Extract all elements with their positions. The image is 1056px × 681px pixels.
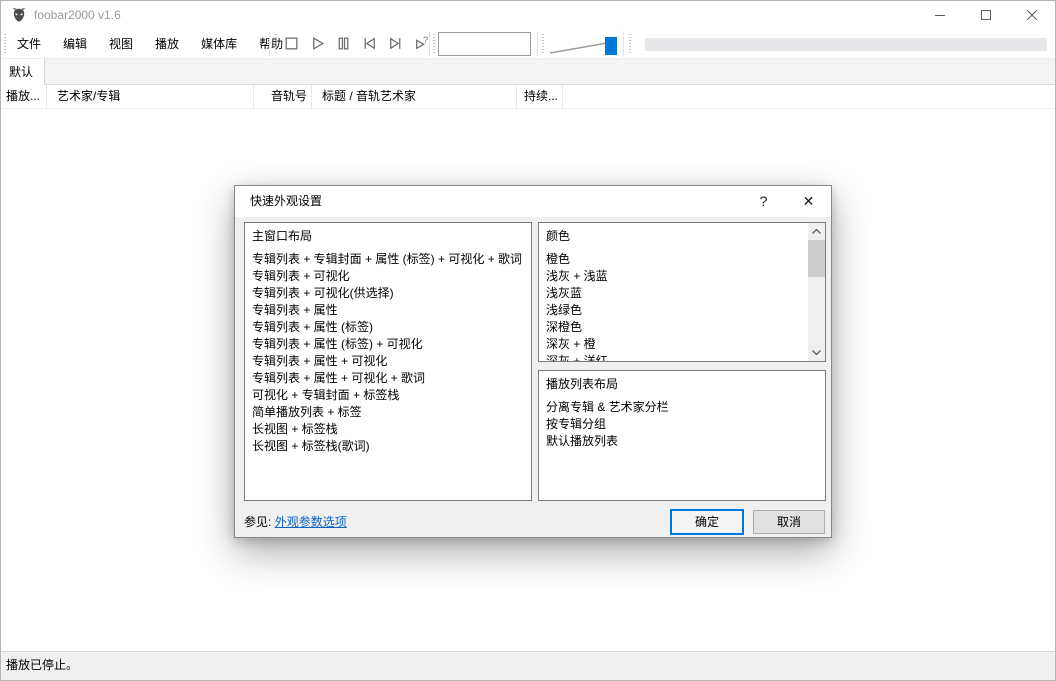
color-list-items: 橙色 浅灰 + 浅蓝 浅灰蓝 浅绿色 深橙色 深灰 + 橙深灰 + 洋红 <box>539 251 825 361</box>
caption-buttons <box>917 1 1055 29</box>
stop-button[interactable] <box>282 34 301 53</box>
window-title: foobar2000 v1.6 <box>34 8 121 22</box>
main-window-layout-listbox[interactable]: 主窗口布局 专辑列表 + 专辑封面 + 属性 (标签) + 可视化 + 歌词 专辑… <box>244 222 532 501</box>
menu-item[interactable]: 播放 <box>144 29 190 59</box>
menu-item[interactable]: 视图 <box>98 29 144 59</box>
maximize-icon <box>981 10 991 20</box>
toolbar-separator <box>537 31 538 57</box>
menu-item[interactable]: 编辑 <box>52 29 98 59</box>
see-also-row: 参见: 外观参数选项 <box>244 513 347 530</box>
close-icon <box>1027 10 1037 20</box>
play-icon <box>313 37 325 50</box>
column-header[interactable]: 播放... <box>1 85 47 109</box>
previous-icon <box>364 37 375 50</box>
maximize-button[interactable] <box>963 1 1009 29</box>
tab-default[interactable]: 默认 <box>1 59 45 85</box>
color-option[interactable]: 深灰 + 橙 <box>539 336 805 353</box>
color-option[interactable]: 浅灰蓝 <box>539 285 805 302</box>
playlist-column-header: 播放... 艺术家/专辑 音轨号 标题 / 音轨艺术家 持续... <box>1 85 1055 109</box>
column-header[interactable]: 音轨号 <box>254 85 312 109</box>
playlist-layout-items: 分离专辑 & 艺术家分栏 按专辑分组 默认播放列表 <box>539 399 825 450</box>
menu-item[interactable]: 文件 <box>6 29 52 59</box>
chevron-down-icon <box>812 350 821 355</box>
column-header[interactable]: 标题 / 音轨艺术家 <box>312 85 517 109</box>
volume-slider[interactable] <box>549 32 619 56</box>
playback-grip[interactable] <box>275 34 277 54</box>
menu-bar: 文件 编辑 视图 播放 媒体库 帮助 <box>6 29 294 59</box>
pause-icon <box>338 37 349 50</box>
layout-option[interactable]: 简单播放列表 + 标签 <box>245 404 531 421</box>
title-bar: foobar2000 v1.6 <box>1 1 1055 29</box>
minimize-button[interactable] <box>917 1 963 29</box>
status-bar: 播放已停止。 <box>1 651 1055 680</box>
volume-grip[interactable] <box>542 34 544 54</box>
menu-item[interactable]: 媒体库 <box>190 29 248 59</box>
dialog-title-bar: 快速外观设置 ? ✕ <box>235 186 831 217</box>
minimize-icon <box>935 15 945 16</box>
cancel-button[interactable]: 取消 <box>753 510 825 534</box>
scrollbar-thumb[interactable] <box>808 240 825 277</box>
layout-option[interactable]: 专辑列表 + 可视化(供选择) <box>245 285 531 302</box>
foobar2000-window: foobar2000 v1.6 文件 编辑 视图 播放 媒体库 帮助 ? 默认 … <box>0 0 1056 681</box>
scroll-down-button[interactable] <box>808 344 825 361</box>
layout-option[interactable]: 专辑列表 + 属性 <box>245 302 531 319</box>
color-option[interactable]: 深灰 + 洋红 <box>539 353 805 361</box>
foobar2000-logo-icon <box>12 8 26 22</box>
playlist-layout-option[interactable]: 分离专辑 & 艺术家分栏 <box>539 399 825 416</box>
next-button[interactable] <box>386 34 405 53</box>
close-button[interactable] <box>1009 1 1055 29</box>
pause-button[interactable] <box>334 34 353 53</box>
color-option[interactable]: 橙色 <box>539 251 805 268</box>
toolbar: 文件 编辑 视图 播放 媒体库 帮助 ? <box>1 29 1055 59</box>
ok-button[interactable]: 确定 <box>670 509 744 535</box>
toolbar-separator <box>623 31 624 57</box>
svg-text:?: ? <box>423 35 428 45</box>
color-option[interactable]: 浅绿色 <box>539 302 805 319</box>
volume-thumb[interactable] <box>605 37 617 55</box>
appearance-options-link[interactable]: 外观参数选项 <box>275 515 347 529</box>
layout-option[interactable]: 专辑列表 + 属性 (标签) <box>245 319 531 336</box>
playlist-layout-header: 播放列表布局 <box>546 377 619 391</box>
layout-option[interactable]: 长视图 + 标签栈 <box>245 421 531 438</box>
column-header[interactable]: 艺术家/专辑 <box>47 85 254 109</box>
toolbar-separator <box>429 31 430 57</box>
playlist-layout-listbox[interactable]: 播放列表布局 分离专辑 & 艺术家分栏 按专辑分组 默认播放列表 <box>538 370 826 501</box>
scroll-up-button[interactable] <box>808 223 825 240</box>
toolbar-separator <box>269 31 270 57</box>
stop-icon <box>285 37 298 50</box>
layout-option[interactable]: 专辑列表 + 专辑封面 + 属性 (标签) + 可视化 + 歌词 <box>245 251 531 268</box>
seek-bar[interactable] <box>645 38 1047 51</box>
layout-option[interactable]: 长视图 + 标签栈(歌词) <box>245 438 531 455</box>
search-grip[interactable] <box>433 34 435 54</box>
layout-option[interactable]: 专辑列表 + 属性 + 可视化 + 歌词 <box>245 370 531 387</box>
previous-button[interactable] <box>360 34 379 53</box>
column-header[interactable]: 持续... <box>517 85 563 109</box>
color-option[interactable]: 浅灰 + 浅蓝 <box>539 268 805 285</box>
random-icon: ? <box>416 35 428 50</box>
playback-buttons: ? <box>282 34 431 53</box>
dialog-close-button[interactable]: ✕ <box>786 186 831 217</box>
chevron-up-icon <box>812 229 821 234</box>
see-also-label: 参见: <box>244 515 272 529</box>
layout-option[interactable]: 可视化 + 专辑封面 + 标签栈 <box>245 387 531 404</box>
dialog-help-button[interactable]: ? <box>741 186 786 217</box>
seekbar-grip[interactable] <box>629 34 631 54</box>
color-list-scrollbar[interactable] <box>808 223 825 361</box>
layout-option[interactable]: 专辑列表 + 属性 + 可视化 <box>245 353 531 370</box>
layout-list-items: 专辑列表 + 专辑封面 + 属性 (标签) + 可视化 + 歌词 专辑列表 + 可… <box>245 251 531 455</box>
next-icon <box>390 37 401 50</box>
layout-list-header: 主窗口布局 <box>252 229 313 243</box>
color-list-header: 颜色 <box>546 229 571 243</box>
play-button[interactable] <box>308 34 327 53</box>
layout-option[interactable]: 专辑列表 + 属性 (标签) + 可视化 <box>245 336 531 353</box>
playlist-layout-option[interactable]: 默认播放列表 <box>539 433 825 450</box>
search-input[interactable] <box>438 32 531 56</box>
quick-appearance-dialog: 快速外观设置 ? ✕ 主窗口布局 专辑列表 + 专辑封面 + 属性 (标签) +… <box>234 185 832 538</box>
dialog-title: 快速外观设置 <box>250 194 323 208</box>
playlist-tab-strip: 默认 <box>1 59 1055 85</box>
color-listbox[interactable]: 颜色 橙色 浅灰 + 浅蓝 浅灰蓝 浅绿色 深橙色 深灰 + 橙深灰 + 洋红 <box>538 222 826 362</box>
playlist-layout-option[interactable]: 按专辑分组 <box>539 416 825 433</box>
color-option[interactable]: 深橙色 <box>539 319 805 336</box>
layout-option[interactable]: 专辑列表 + 可视化 <box>245 268 531 285</box>
